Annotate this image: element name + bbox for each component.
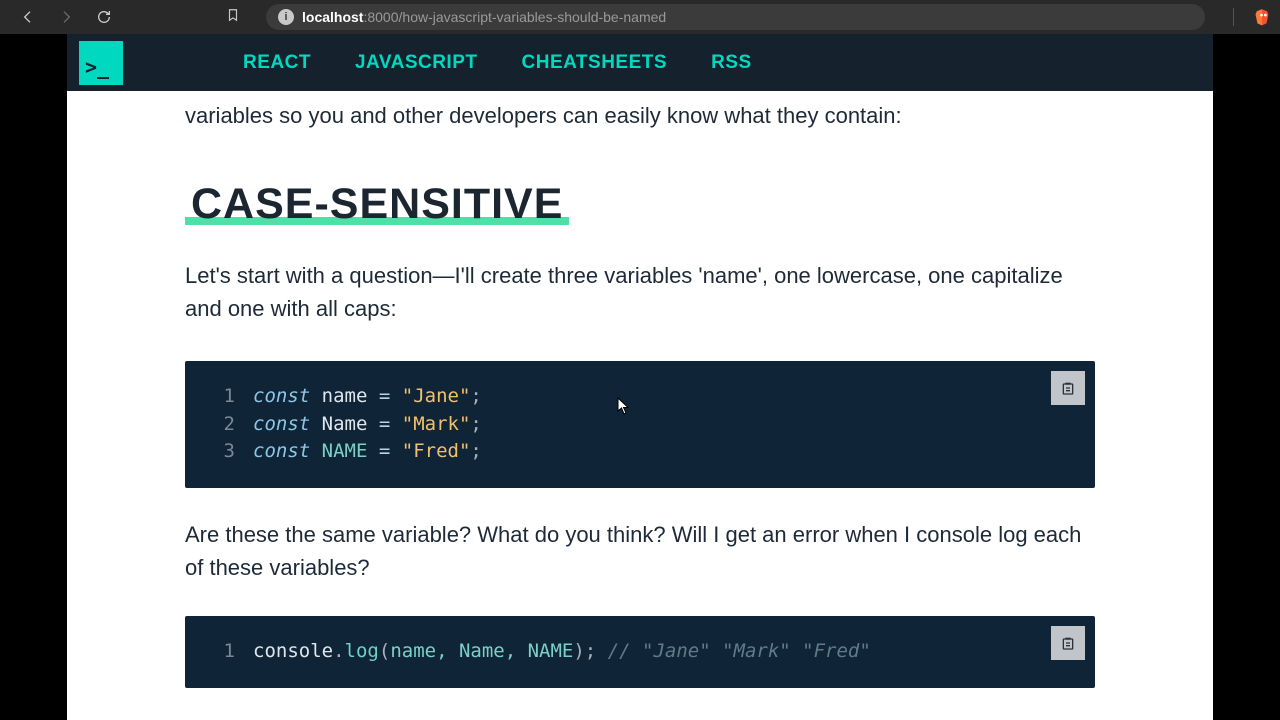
url-host: localhost — [302, 9, 363, 25]
code-block-2: 1console.log(name, Name, NAME); // "Jane… — [185, 616, 1095, 688]
paragraph: Let's start with a question—I'll create … — [185, 259, 1095, 325]
code-block-1: 1const name = "Jane"; 2const Name = "Mar… — [185, 361, 1095, 488]
line-number: 3 — [207, 438, 235, 466]
code-line: 2const Name = "Mark"; — [207, 411, 1073, 439]
clipboard-icon — [1060, 379, 1076, 397]
back-icon — [20, 9, 36, 25]
reload-icon — [96, 9, 112, 25]
nav-link-cheatsheets[interactable]: CHEATSHEETS — [522, 52, 668, 74]
reload-button[interactable] — [96, 9, 112, 25]
bookmark-button[interactable] — [226, 7, 240, 28]
partial-paragraph: variables so you and other developers ca… — [185, 99, 1095, 132]
brave-shield-icon[interactable] — [1254, 8, 1270, 26]
page: >_ REACT JAVASCRIPT CHEATSHEETS RSS vari… — [67, 34, 1213, 720]
browser-toolbar: i localhost:8000/how-javascript-variable… — [0, 0, 1280, 34]
line-number: 1 — [207, 383, 235, 411]
site-info-icon[interactable]: i — [278, 9, 294, 25]
article-content: variables so you and other developers ca… — [67, 99, 1213, 720]
toolbar-divider — [1233, 8, 1234, 26]
code-line: 1console.log(name, Name, NAME); // "Jane… — [207, 638, 1073, 666]
code-line: 3const NAME = "Fred"; — [207, 438, 1073, 466]
line-number: 1 — [207, 638, 235, 666]
site-navbar: >_ REACT JAVASCRIPT CHEATSHEETS RSS — [67, 34, 1213, 91]
url-bar[interactable]: i localhost:8000/how-javascript-variable… — [266, 4, 1205, 30]
forward-button[interactable] — [58, 9, 74, 25]
paragraph: Are these the same variable? What do you… — [185, 518, 1095, 584]
copy-code-button[interactable] — [1051, 626, 1085, 660]
clipboard-icon — [1060, 634, 1076, 652]
forward-icon — [58, 9, 74, 25]
url-port: :8000 — [363, 9, 398, 25]
code-line: 1const name = "Jane"; — [207, 383, 1073, 411]
line-number: 2 — [207, 411, 235, 439]
url-path: /how-javascript-variables-should-be-name… — [399, 9, 667, 25]
copy-code-button[interactable] — [1051, 371, 1085, 405]
back-button[interactable] — [20, 9, 36, 25]
section-heading: CASE-SENSITIVE — [185, 180, 569, 229]
site-logo[interactable]: >_ — [79, 41, 123, 85]
nav-link-react[interactable]: REACT — [243, 52, 311, 74]
logo-glyph: >_ — [85, 55, 109, 79]
nav-link-javascript[interactable]: JAVASCRIPT — [355, 52, 478, 74]
bookmark-icon — [226, 7, 240, 23]
nav-link-rss[interactable]: RSS — [711, 52, 752, 74]
